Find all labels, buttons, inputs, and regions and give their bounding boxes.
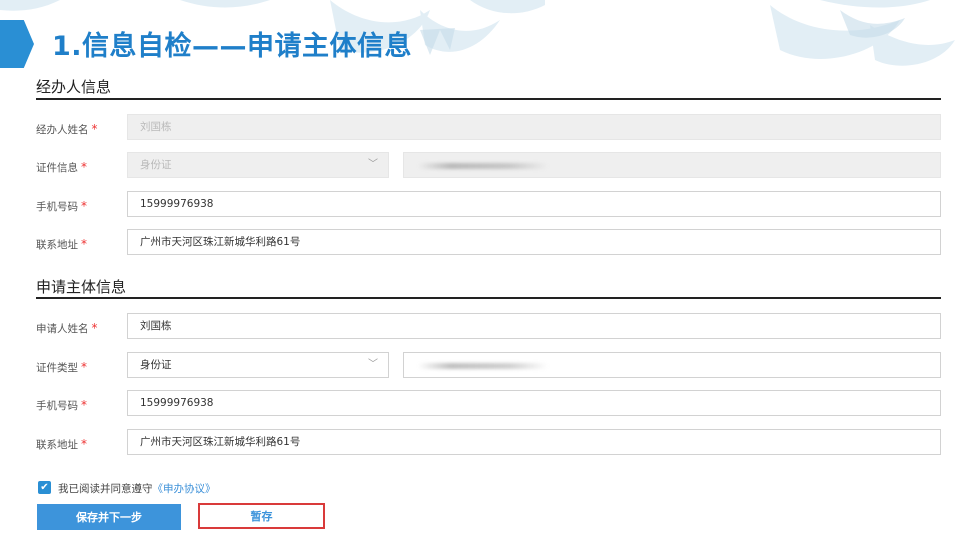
- agent-id-type-select[interactable]: 身份证 ﹀: [127, 152, 389, 178]
- chevron-down-icon: ﹀: [368, 159, 378, 170]
- agent-name-label: 经办人姓名 *: [36, 122, 98, 136]
- required-mark: *: [81, 199, 87, 213]
- agent-phone-label: 手机号码 *: [36, 199, 87, 213]
- agent-address-label: 联系地址 *: [36, 237, 87, 251]
- agent-name-input[interactable]: 刘国栋: [127, 114, 941, 140]
- save-next-button[interactable]: 保存并下一步: [37, 504, 181, 530]
- agreement-text: 我已阅读并同意遵守《申办协议》: [58, 483, 216, 495]
- applicant-id-number-input[interactable]: [403, 352, 941, 378]
- page-title: 1.信息自检——申请主体信息: [52, 31, 413, 62]
- applicant-address-label: 联系地址 *: [36, 437, 87, 451]
- applicant-id-label: 证件类型 *: [36, 360, 87, 374]
- agent-id-number-input[interactable]: [403, 152, 941, 178]
- redacted-id-number: [418, 163, 548, 169]
- agent-address-input[interactable]: 广州市天河区珠江新城华利路61号: [127, 229, 941, 255]
- applicant-phone-label: 手机号码 *: [36, 398, 87, 412]
- required-mark: *: [81, 398, 87, 412]
- redacted-id-number: [418, 363, 548, 369]
- chevron-down-icon: ﹀: [368, 359, 378, 370]
- agent-section-title: 经办人信息: [36, 78, 112, 96]
- agree-checkbox[interactable]: ✔: [38, 481, 51, 494]
- applicant-name-input[interactable]: 刘国栋: [127, 313, 941, 339]
- required-mark: *: [91, 122, 98, 136]
- applicant-id-type-select[interactable]: 身份证 ﹀: [127, 352, 389, 378]
- check-icon: ✔: [40, 482, 49, 493]
- required-mark: *: [81, 160, 87, 174]
- section-divider: [36, 297, 941, 299]
- required-mark: *: [81, 360, 87, 374]
- section-divider: [36, 98, 941, 100]
- applicant-section-title: 申请主体信息: [36, 278, 127, 296]
- temp-save-button[interactable]: 暂存: [198, 503, 325, 529]
- applicant-name-label: 申请人姓名 *: [36, 321, 98, 335]
- required-mark: *: [91, 321, 98, 335]
- agreement-link[interactable]: 《申办协议》: [153, 483, 216, 495]
- applicant-phone-input[interactable]: 15999976938: [127, 390, 941, 416]
- agent-phone-input[interactable]: 15999976938: [127, 191, 941, 217]
- required-mark: *: [81, 237, 87, 251]
- agent-id-label: 证件信息 *: [36, 160, 87, 174]
- applicant-address-input[interactable]: 广州市天河区珠江新城华利路61号: [127, 429, 941, 455]
- required-mark: *: [81, 437, 87, 451]
